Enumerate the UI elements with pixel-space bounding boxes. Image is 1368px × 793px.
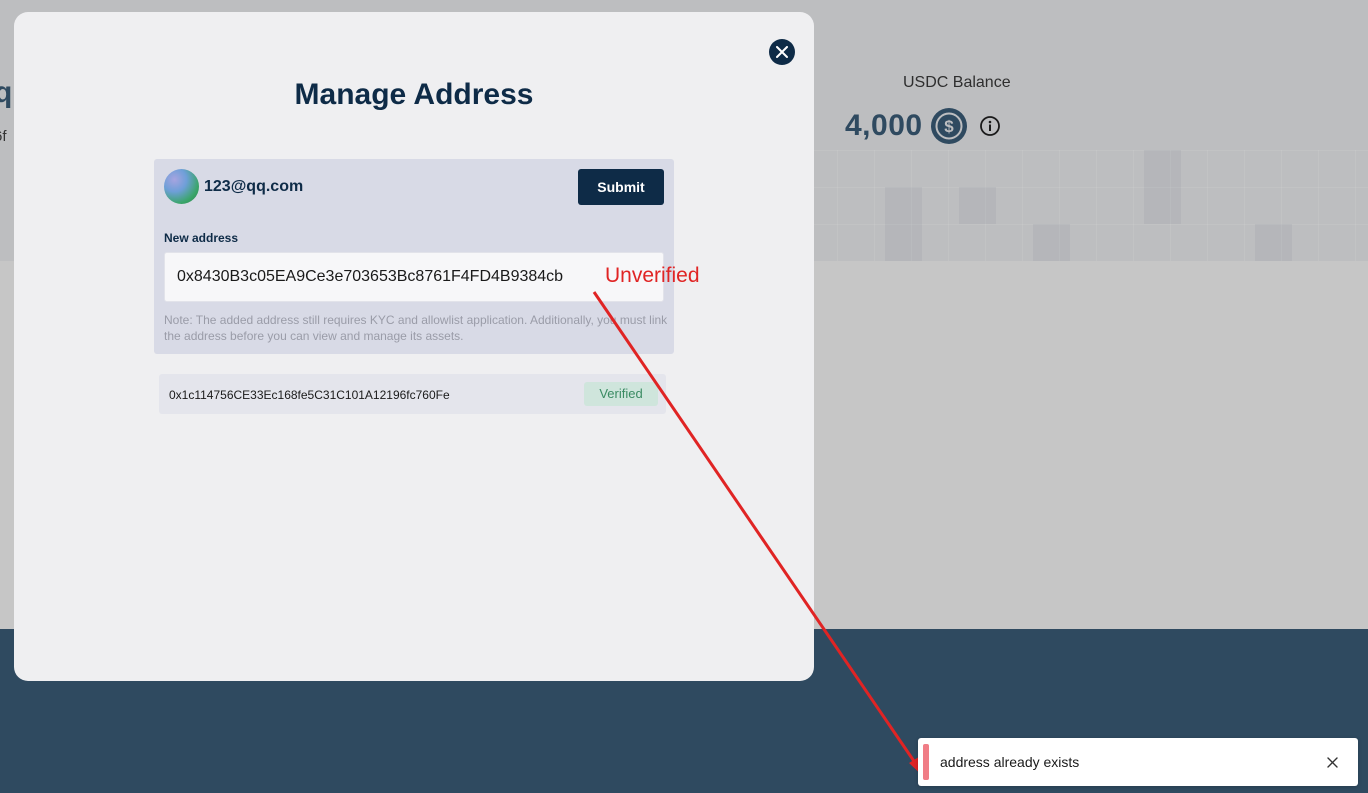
new-address-input[interactable] — [164, 252, 664, 302]
decorative-cell — [959, 187, 996, 224]
decorative-cell — [1255, 224, 1292, 261]
manage-address-modal: Manage Address 123@qq.com Submit New add… — [14, 12, 814, 681]
decorative-cell — [1144, 150, 1181, 224]
toast-close-button[interactable] — [1322, 752, 1342, 772]
usdc-balance-label: USDC Balance — [903, 74, 1011, 91]
error-toast: address already exists — [918, 738, 1358, 786]
toast-accent-bar — [923, 744, 929, 780]
new-address-label: New address — [164, 231, 239, 245]
address-list-item: 0x1c114756CE33Ec168fe5C31C101A12196fc760… — [159, 374, 666, 414]
decorative-cell — [1033, 224, 1070, 261]
info-icon[interactable] — [979, 115, 1001, 137]
svg-text:$: $ — [944, 117, 954, 136]
submit-button[interactable]: Submit — [578, 169, 664, 205]
user-email: 123@qq.com — [204, 178, 304, 195]
avatar — [164, 169, 199, 204]
address-note: Note: The added address still requires K… — [164, 313, 668, 343]
usdc-coin-icon: $ — [930, 108, 967, 144]
close-modal-button[interactable] — [769, 39, 795, 65]
modal-title: Manage Address — [294, 78, 534, 111]
unverified-annotation: Unverified — [605, 264, 700, 287]
close-icon — [1326, 756, 1338, 768]
usdc-balance-value: 4,000 — [845, 109, 923, 142]
add-address-panel: 123@qq.com Submit New address Note: The … — [154, 159, 674, 354]
verified-badge: Verified — [584, 382, 658, 406]
close-icon — [776, 46, 788, 58]
partial-page-subtitle: 6f — [0, 128, 7, 145]
address-value: 0x1c114756CE33Ec168fe5C31C101A12196fc760… — [169, 388, 450, 402]
decorative-cell — [885, 187, 922, 261]
usdc-balance: 4,000 $ — [845, 108, 1001, 144]
partial-page-title: q — [0, 76, 13, 109]
toast-message: address already exists — [940, 754, 1080, 770]
